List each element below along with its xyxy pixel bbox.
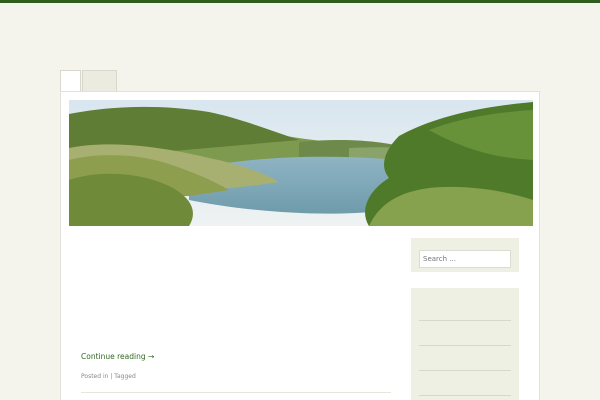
- main-content: Continue reading → Posted in | Tagged: [60, 91, 540, 400]
- site-description: [60, 45, 170, 57]
- post-date: [81, 238, 123, 247]
- post-divider: [81, 392, 391, 393]
- continue-reading-link[interactable]: Continue reading →: [81, 352, 154, 361]
- main-nav: [60, 70, 117, 91]
- nav-tab-home[interactable]: [60, 70, 81, 91]
- post-title-link[interactable]: [81, 248, 401, 268]
- tagged-label: Tagged: [114, 373, 136, 380]
- search-widget: [411, 238, 519, 272]
- recent-post-link[interactable]: [419, 323, 511, 346]
- post-paragraph: [81, 296, 401, 308]
- site-title[interactable]: [60, 18, 160, 44]
- search-input[interactable]: [419, 250, 511, 268]
- recent-post-link[interactable]: [419, 373, 511, 396]
- recent-post-link[interactable]: [419, 298, 511, 321]
- header-banner-image: [69, 100, 533, 226]
- post-paragraph: [81, 273, 401, 285]
- posted-in-label: Posted in: [81, 373, 109, 380]
- recent-post-link[interactable]: [419, 348, 511, 371]
- nav-tab-page[interactable]: [82, 70, 117, 91]
- recent-posts-widget: [411, 288, 519, 400]
- post-paragraph: [81, 319, 401, 331]
- post-meta: Posted in | Tagged: [81, 373, 136, 380]
